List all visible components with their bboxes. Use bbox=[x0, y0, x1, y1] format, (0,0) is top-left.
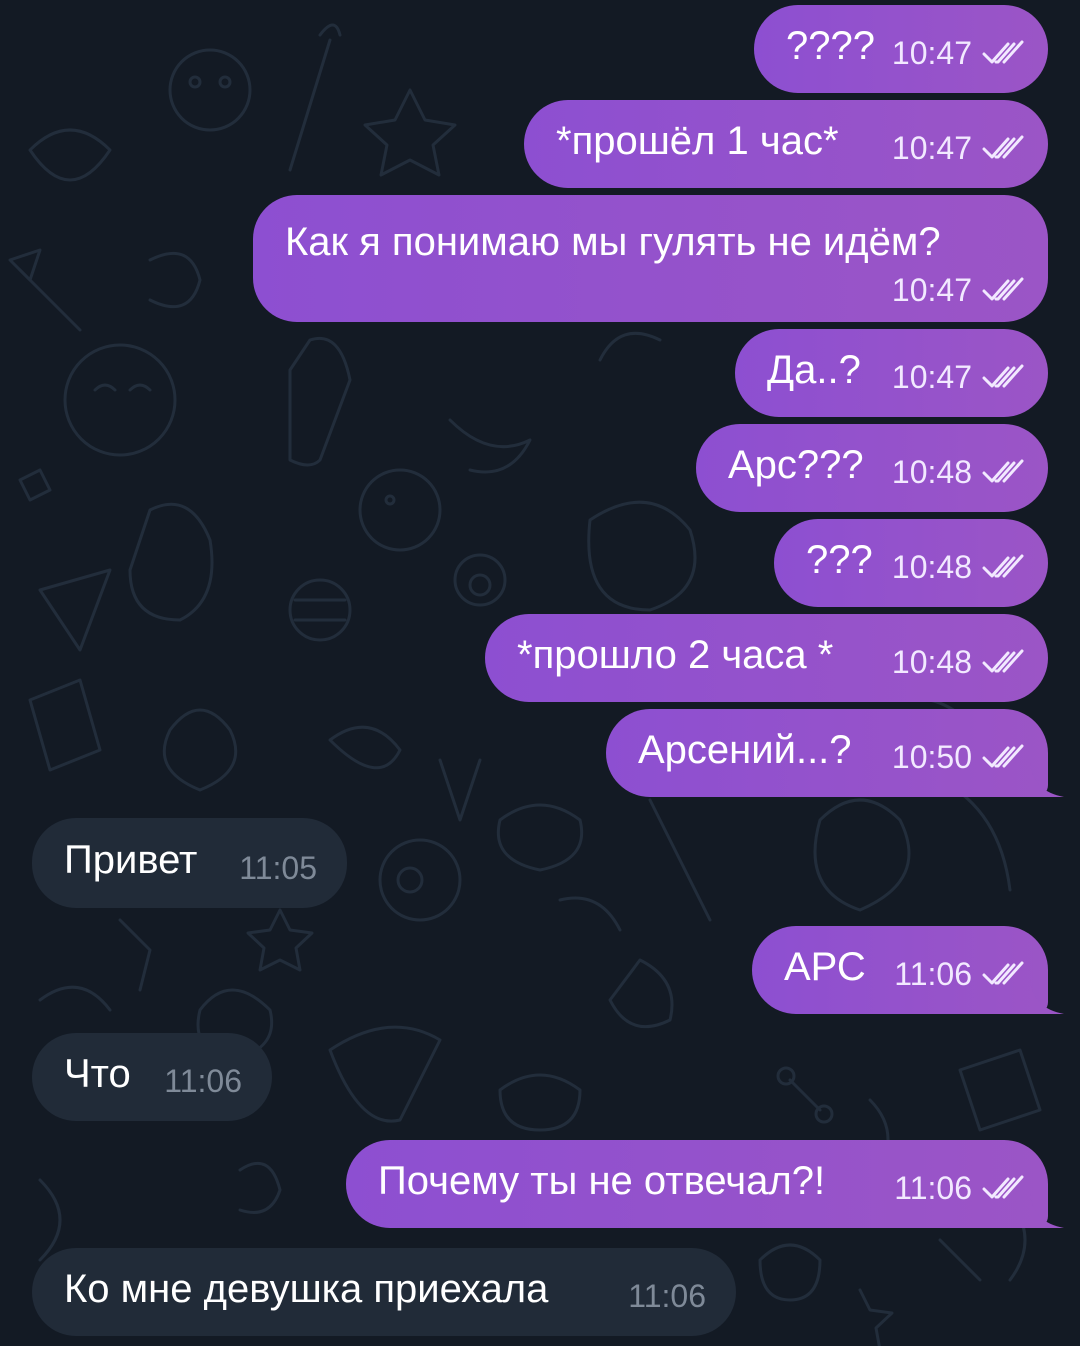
message-text: Как я понимаю мы гулять не идём? bbox=[285, 220, 941, 264]
message-meta: 11:06 bbox=[628, 1278, 706, 1314]
outgoing-message[interactable]: *прошло 2 часа * 10:48 bbox=[485, 614, 1048, 702]
incoming-message[interactable]: Привет 11:05 bbox=[32, 818, 347, 908]
message-meta: 11:06 bbox=[894, 1170, 1028, 1206]
message-text: ??? bbox=[806, 538, 873, 583]
double-check-icon bbox=[982, 554, 1024, 578]
outgoing-message[interactable]: Как я понимаю мы гулять не идём? 10:47 bbox=[253, 195, 1048, 322]
message-time: 10:47 bbox=[891, 272, 972, 308]
message-text: Что bbox=[64, 1052, 131, 1097]
message-text: Арсений...? bbox=[638, 728, 852, 773]
double-check-icon bbox=[982, 649, 1024, 673]
chat-message-list[interactable]: ???? 10:47 *прошёл 1 час* 10:47 Как я по… bbox=[0, 0, 1080, 1346]
bubble-tail bbox=[1030, 763, 1064, 797]
message-meta: 10:48 bbox=[892, 549, 1028, 585]
message-time: 10:47 bbox=[891, 359, 972, 395]
message-text: Почему ты не отвечал?! bbox=[378, 1159, 826, 1204]
bubble-tail bbox=[1030, 1194, 1064, 1228]
outgoing-message[interactable]: *прошёл 1 час* 10:47 bbox=[524, 100, 1048, 188]
double-check-icon bbox=[982, 744, 1024, 768]
double-check-icon bbox=[982, 135, 1024, 159]
message-text: Ко мне девушка приехала bbox=[64, 1267, 549, 1312]
message-time: 10:48 bbox=[891, 454, 972, 490]
message-meta: 10:48 bbox=[892, 454, 1028, 490]
message-time: 11:06 bbox=[628, 1278, 706, 1314]
message-time: 10:48 bbox=[891, 644, 972, 680]
incoming-message[interactable]: Что 11:06 bbox=[32, 1033, 272, 1121]
message-text: ???? bbox=[786, 24, 875, 69]
message-meta: 10:47 bbox=[892, 35, 1028, 71]
outgoing-message[interactable]: Почему ты не отвечал?! 11:06 bbox=[346, 1140, 1064, 1228]
message-time: 11:06 bbox=[894, 1170, 972, 1206]
message-meta: 10:47 bbox=[892, 359, 1028, 395]
message-meta: 11:05 bbox=[239, 850, 317, 886]
outgoing-message[interactable]: АРС 11:06 bbox=[752, 926, 1064, 1014]
message-meta: 10:48 bbox=[892, 644, 1028, 680]
bubble-tail bbox=[1030, 980, 1064, 1014]
outgoing-message[interactable]: Да..? 10:47 bbox=[735, 329, 1048, 417]
outgoing-message[interactable]: ??? 10:48 bbox=[774, 519, 1048, 607]
message-text: *прошло 2 часа * bbox=[517, 633, 834, 678]
message-meta: 11:06 bbox=[894, 956, 1028, 992]
message-time: 11:05 bbox=[239, 850, 317, 886]
message-time: 10:47 bbox=[891, 130, 972, 166]
message-meta: 10:47 bbox=[892, 130, 1028, 166]
message-time: 10:50 bbox=[891, 739, 972, 775]
message-meta: 10:50 bbox=[892, 739, 1028, 775]
incoming-message[interactable]: Ко мне девушка приехала 11:06 bbox=[32, 1248, 736, 1336]
message-time: 10:48 bbox=[891, 549, 972, 585]
message-text: *прошёл 1 час* bbox=[556, 119, 839, 164]
outgoing-message[interactable]: Арс??? 10:48 bbox=[696, 424, 1048, 512]
double-check-icon bbox=[982, 40, 1024, 64]
message-time: 11:06 bbox=[894, 956, 972, 992]
message-text: АРС bbox=[784, 945, 866, 990]
message-time: 11:06 bbox=[164, 1063, 242, 1099]
message-text: Привет bbox=[64, 838, 198, 883]
double-check-icon bbox=[982, 277, 1024, 301]
message-text: Да..? bbox=[767, 348, 861, 393]
double-check-icon bbox=[982, 364, 1024, 388]
message-meta: 11:06 bbox=[164, 1063, 242, 1099]
message-text: Арс??? bbox=[728, 443, 864, 488]
double-check-icon bbox=[982, 1175, 1024, 1199]
message-time: 10:47 bbox=[891, 35, 972, 71]
outgoing-message[interactable]: Арсений...? 10:50 bbox=[606, 709, 1064, 797]
double-check-icon bbox=[982, 961, 1024, 985]
outgoing-message[interactable]: ???? 10:47 bbox=[754, 5, 1048, 93]
double-check-icon bbox=[982, 459, 1024, 483]
message-meta: 10:47 bbox=[892, 272, 1028, 308]
